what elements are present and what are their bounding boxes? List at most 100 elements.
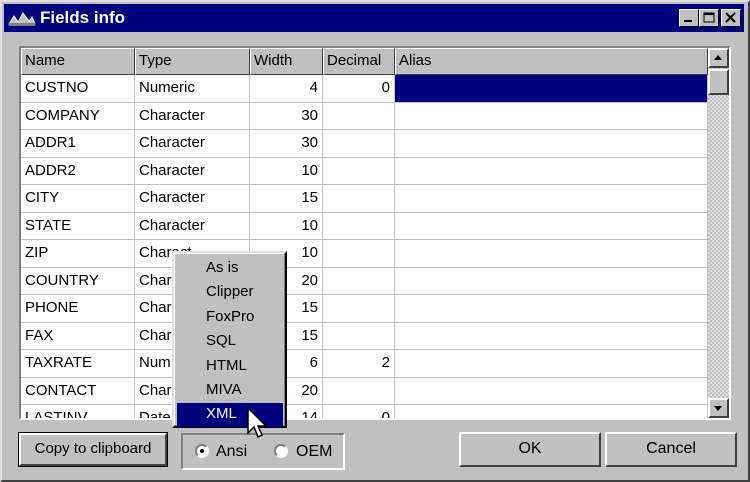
cell-decimal[interactable] [323, 185, 395, 213]
cell-decimal[interactable] [323, 267, 395, 295]
column-header-name[interactable]: Name [21, 48, 135, 75]
cell-name[interactable]: COUNTRY [21, 267, 135, 295]
cell-decimal[interactable]: 2 [323, 350, 395, 378]
menu-item-miva[interactable]: MIVA [177, 379, 283, 403]
cell-decimal[interactable]: 0 [323, 405, 395, 418]
table-row[interactable]: COMPANY Character 30 [21, 102, 708, 130]
cell-decimal[interactable] [323, 130, 395, 158]
cell-name[interactable]: CITY [21, 185, 135, 213]
arrow-down-icon [714, 406, 722, 411]
fields-grid[interactable]: Name Type Width Decimal Alias CUSTNO Nume… [19, 46, 731, 420]
table-row[interactable]: PHONE Char 15 [21, 295, 708, 323]
column-header-alias[interactable]: Alias [395, 48, 708, 75]
cell-decimal[interactable] [323, 157, 395, 185]
app-icon [8, 12, 36, 26]
close-icon [725, 12, 736, 23]
cell-decimal[interactable] [323, 295, 395, 323]
maximize-button[interactable] [699, 9, 719, 27]
cell-alias[interactable] [395, 322, 708, 350]
table-row[interactable]: FAX Char 15 [21, 322, 708, 350]
cell-decimal[interactable] [323, 377, 395, 405]
radio-ansi[interactable] [195, 444, 209, 458]
cell-name[interactable]: ADDR1 [21, 130, 135, 158]
cell-alias[interactable] [395, 102, 708, 130]
cell-alias[interactable] [395, 75, 708, 103]
cell-alias[interactable] [395, 130, 708, 158]
maximize-icon [703, 12, 715, 23]
table-row[interactable]: ADDR2 Character 10 [21, 157, 708, 185]
cell-type[interactable]: Character [135, 212, 250, 240]
column-header-type[interactable]: Type [135, 48, 250, 75]
cell-decimal[interactable] [323, 102, 395, 130]
mouse-pointer-icon [247, 407, 268, 439]
table-row[interactable]: CUSTNO Numeric 4 0 [21, 75, 708, 103]
radio-oem[interactable] [274, 444, 288, 458]
column-header-decimal[interactable]: Decimal [323, 48, 395, 75]
window-title: Fields info [40, 8, 125, 27]
radio-oem-label[interactable]: OEM [296, 443, 332, 461]
title-bar[interactable]: Fields info [4, 4, 744, 32]
scroll-down-button[interactable] [708, 398, 729, 418]
cell-width[interactable]: 30 [250, 130, 323, 158]
copy-to-clipboard-button[interactable]: Copy to clipboard [18, 432, 168, 467]
cell-name[interactable]: ADDR2 [21, 157, 135, 185]
close-button[interactable] [721, 9, 741, 27]
cell-name[interactable]: CONTACT [21, 377, 135, 405]
cell-alias[interactable] [395, 350, 708, 378]
ok-button[interactable]: OK [459, 432, 601, 467]
cell-alias[interactable] [395, 405, 708, 418]
table-row[interactable]: STATE Character 10 [21, 212, 708, 240]
minimize-button[interactable] [679, 9, 699, 27]
cell-name[interactable]: CUSTNO [21, 75, 135, 103]
cell-name[interactable]: LASTINV [21, 405, 135, 418]
menu-item-foxpro[interactable]: FoxPro [177, 306, 283, 330]
scroll-up-button[interactable] [708, 48, 729, 68]
cell-width[interactable]: 30 [250, 102, 323, 130]
cell-type[interactable]: Character [135, 185, 250, 213]
minimize-icon [684, 20, 692, 22]
cell-width[interactable]: 10 [250, 157, 323, 185]
cell-decimal[interactable] [323, 212, 395, 240]
cancel-button[interactable]: Cancel [605, 432, 737, 467]
cell-decimal[interactable] [323, 322, 395, 350]
cell-width[interactable]: 10 [250, 212, 323, 240]
menu-item-sql[interactable]: SQL [177, 330, 283, 354]
column-header-width[interactable]: Width [250, 48, 323, 75]
cell-decimal[interactable]: 0 [323, 75, 395, 103]
vertical-scrollbar[interactable] [708, 48, 729, 418]
cell-name[interactable]: STATE [21, 212, 135, 240]
cell-type[interactable]: Character [135, 130, 250, 158]
table-row[interactable]: ADDR1 Character 30 [21, 130, 708, 158]
cell-name[interactable]: FAX [21, 322, 135, 350]
table-row[interactable]: CONTACT Char 20 [21, 377, 708, 405]
table-row[interactable]: TAXRATE Num 6 2 [21, 350, 708, 378]
menu-item-as-is[interactable]: As is [177, 257, 283, 281]
cell-type[interactable]: Character [135, 157, 250, 185]
cell-name[interactable]: TAXRATE [21, 350, 135, 378]
scroll-thumb[interactable] [708, 69, 729, 95]
cell-name[interactable]: COMPANY [21, 102, 135, 130]
cell-alias[interactable] [395, 240, 708, 268]
arrow-up-icon [714, 55, 722, 60]
cell-name[interactable]: ZIP [21, 240, 135, 268]
cell-width[interactable]: 4 [250, 75, 323, 103]
menu-item-html[interactable]: HTML [177, 355, 283, 379]
table-row[interactable]: CITY Character 15 [21, 185, 708, 213]
cell-alias[interactable] [395, 212, 708, 240]
cell-type[interactable]: Numeric [135, 75, 250, 103]
cell-alias[interactable] [395, 267, 708, 295]
table-row[interactable]: LASTINV Date 14 0 [21, 405, 708, 418]
cell-alias[interactable] [395, 377, 708, 405]
cell-decimal[interactable] [323, 240, 395, 268]
export-format-menu: As is Clipper FoxPro SQL HTML MIVA XML [172, 251, 287, 428]
radio-ansi-label[interactable]: Ansi [216, 443, 247, 461]
cell-width[interactable]: 15 [250, 185, 323, 213]
cell-alias[interactable] [395, 185, 708, 213]
cell-type[interactable]: Character [135, 102, 250, 130]
menu-item-clipper[interactable]: Clipper [177, 281, 283, 305]
cell-name[interactable]: PHONE [21, 295, 135, 323]
table-row[interactable]: ZIP Charact 10 [21, 240, 708, 268]
cell-alias[interactable] [395, 295, 708, 323]
table-row[interactable]: COUNTRY Char 20 [21, 267, 708, 295]
cell-alias[interactable] [395, 157, 708, 185]
